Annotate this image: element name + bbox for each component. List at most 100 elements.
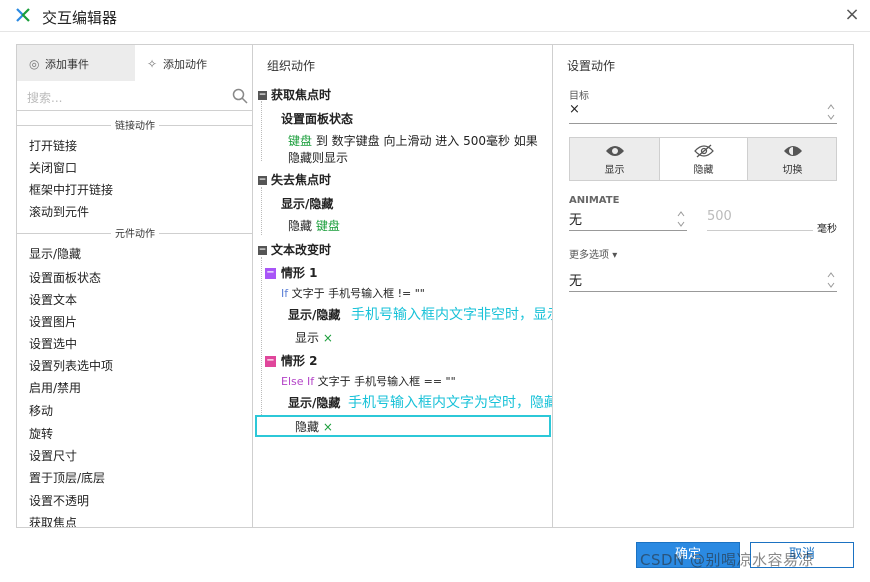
action-item[interactable]: 滚动到元件 (29, 203, 89, 220)
panel-title: 设置动作 (567, 59, 616, 73)
detail-text: 隐藏 (288, 219, 316, 233)
search-input[interactable] (27, 89, 217, 107)
select-arrows-icon (827, 272, 835, 288)
search-icon[interactable] (231, 87, 249, 105)
action-item[interactable]: 设置文本 (29, 291, 77, 308)
tree-guide (261, 257, 262, 433)
selected-action-row[interactable]: 隐藏 × (255, 415, 551, 437)
section-title: 链接动作 (111, 121, 159, 132)
widget-keyword: × (322, 420, 333, 434)
action-item[interactable]: 显示/隐藏 (29, 245, 81, 262)
action-item[interactable]: 设置不透明 (29, 492, 89, 509)
case-title: 情形 1 (281, 266, 318, 280)
collapse-icon[interactable]: − (258, 246, 267, 255)
action-title[interactable]: 显示/隐藏 (288, 306, 340, 323)
event-onfocus[interactable]: − 获取焦点时 (258, 86, 331, 103)
animate-value: 无 (569, 213, 583, 228)
more-options-toggle[interactable]: 更多选项 ▾ (569, 246, 617, 261)
condition-text: 文字于 手机号输入框 == "" (314, 375, 456, 388)
event-icon: ◎ (29, 57, 40, 71)
action-item[interactable]: 置于顶层/底层 (29, 469, 105, 486)
collapse-icon[interactable]: − (258, 91, 267, 100)
animate-select[interactable]: 无 (569, 209, 687, 231)
more-options-label: 更多选项 (569, 250, 609, 261)
event-title: 获取焦点时 (271, 88, 332, 102)
action-item[interactable]: 设置图片 (29, 313, 77, 330)
editor-frame: ◎ 添加事件 ✧ 添加动作 链接动作 打开链接 关闭窗口 框架中打开链接 滚动到元件… (16, 44, 854, 528)
close-icon[interactable]: × (842, 5, 862, 25)
animate-label: ANIMATE (569, 195, 620, 206)
action-item[interactable]: 移动 (29, 402, 53, 419)
tab-bar: ◎ 添加事件 ✧ 添加动作 (17, 45, 252, 81)
select-arrows-icon (827, 104, 835, 120)
action-detail: 键盘 到 数字键盘 向上滑动 进入 500毫秒 如果 (288, 132, 538, 149)
action-item[interactable]: 启用/禁用 (29, 379, 81, 396)
duration-unit: 毫秒 (817, 224, 837, 235)
detail-text: 隐藏 (295, 420, 320, 434)
detail-text: 显示 (295, 331, 320, 345)
action-title[interactable]: 设置面板状态 (281, 110, 353, 127)
title-bar: 交互编辑器 × (0, 0, 870, 32)
action-item[interactable]: 关闭窗口 (29, 159, 77, 176)
case-1[interactable]: − 情形 1 (265, 264, 318, 281)
action-item[interactable]: 获取焦点 (29, 514, 77, 527)
action-item[interactable]: 设置列表选中项 (29, 357, 113, 374)
collapse-icon[interactable]: − (265, 268, 276, 279)
eye-slash-icon (693, 144, 714, 158)
section-link-actions: 链接动作 (17, 117, 252, 133)
tab-add-action-label: 添加动作 (163, 58, 207, 71)
case-2[interactable]: − 情形 2 (265, 352, 318, 369)
action-detail: 隐藏 键盘 (288, 217, 340, 234)
case-condition: If 文字于 手机号输入框 != "" (281, 285, 425, 301)
detail-text: 到 数字键盘 向上滑动 进入 500毫秒 如果 (312, 134, 538, 148)
duration-value: 500 (707, 209, 732, 224)
tab-add-event[interactable]: ◎ 添加事件 (17, 45, 135, 81)
target-label: 目标 (569, 91, 589, 102)
event-title: 文本改变时 (271, 243, 332, 257)
action-item[interactable]: 框架中打开链接 (29, 181, 113, 198)
duration-input[interactable]: 500 (707, 209, 813, 231)
event-ontextchange[interactable]: − 文本改变时 (258, 241, 331, 258)
tab-add-action[interactable]: ✧ 添加动作 (135, 45, 252, 81)
action-item[interactable]: 打开链接 (29, 137, 77, 154)
action-icon: ✧ (147, 57, 158, 71)
toggle-label: 切换 (782, 165, 803, 176)
configure-action-panel: 设置动作 目标 × 显示 隐藏 切换 ANIMATE 无 500 毫秒 更多选项… (553, 45, 853, 527)
action-title[interactable]: 显示/隐藏 (281, 195, 333, 212)
section-title: 元件动作 (111, 229, 159, 240)
tree-guide (261, 101, 262, 161)
action-detail: 显示 × (295, 329, 333, 346)
caret-down-icon: ▾ (612, 250, 618, 261)
hide-button[interactable]: 隐藏 (659, 138, 748, 180)
event-onblur[interactable]: − 失去焦点时 (258, 171, 331, 188)
widget-keyword: 键盘 (288, 134, 313, 148)
target-value: × (569, 102, 580, 117)
visibility-toggle-group: 显示 隐藏 切换 (569, 137, 837, 181)
event-title: 失去焦点时 (271, 173, 332, 187)
action-item[interactable]: 旋转 (29, 425, 53, 442)
show-label: 显示 (604, 165, 625, 176)
actions-panel: ◎ 添加事件 ✧ 添加动作 链接动作 打开链接 关闭窗口 框架中打开链接 滚动到元件… (17, 45, 253, 527)
search-box (17, 85, 252, 111)
action-item[interactable]: 设置尺寸 (29, 447, 77, 464)
show-button[interactable]: 显示 (570, 138, 659, 180)
collapse-icon[interactable]: − (258, 176, 267, 185)
panel-title: 组织动作 (267, 59, 316, 73)
action-item[interactable]: 设置面板状态 (29, 269, 101, 286)
organize-actions-panel: 组织动作 − 获取焦点时 设置面板状态 键盘 到 数字键盘 向上滑动 进入 500… (253, 45, 553, 527)
condition-text: 文字于 手机号输入框 != "" (288, 287, 425, 300)
case-title: 情形 2 (281, 354, 318, 368)
more-options-select[interactable]: 无 (569, 270, 837, 292)
section-widget-actions: 元件动作 (17, 225, 252, 241)
watermark: CSDN @别喝凉水容易凉 (640, 551, 815, 569)
condition-keyword: Else If (281, 375, 315, 388)
action-item[interactable]: 设置选中 (29, 335, 77, 352)
window-title: 交互编辑器 (42, 9, 118, 27)
eye-icon (605, 146, 624, 156)
more-options-value: 无 (569, 274, 583, 289)
collapse-icon[interactable]: − (265, 356, 276, 367)
toggle-button[interactable]: 切换 (748, 138, 837, 180)
action-title[interactable]: 显示/隐藏 (288, 394, 340, 411)
target-select[interactable]: × (569, 102, 837, 124)
select-arrows-icon (677, 211, 685, 227)
